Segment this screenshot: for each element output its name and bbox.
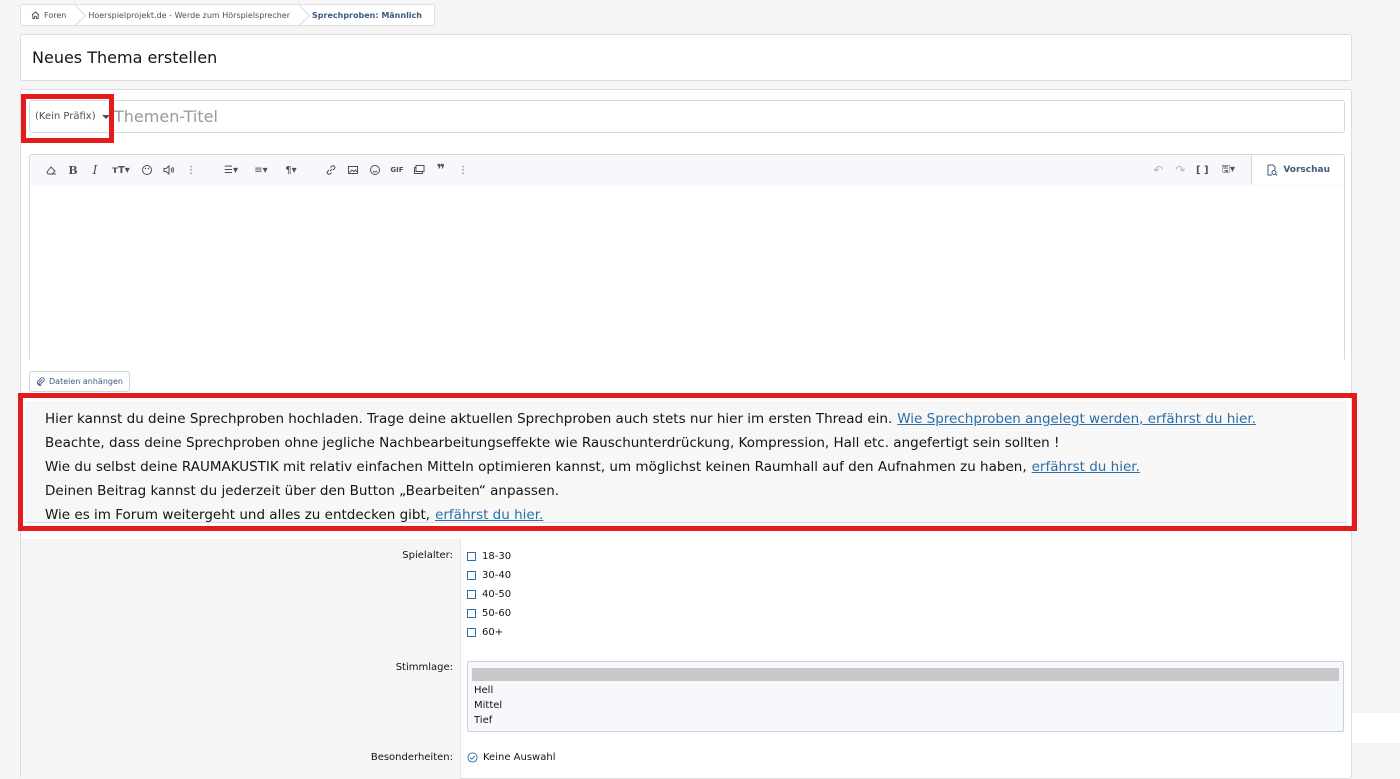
raumakustik-link[interactable]: erfährst du hier. bbox=[1032, 459, 1140, 475]
checkbox[interactable] bbox=[467, 590, 476, 599]
info-line: Wie du selbst deine RAUMAKUSTIK mit rela… bbox=[45, 459, 1140, 475]
preview-button[interactable]: Vorschau bbox=[1251, 155, 1344, 185]
attach-files-button[interactable]: Dateien anhängen bbox=[29, 371, 130, 392]
editor-content-area[interactable] bbox=[30, 186, 1344, 361]
link-icon[interactable] bbox=[322, 161, 340, 179]
prefix-select[interactable]: (Kein Präfix) bbox=[30, 101, 110, 132]
besonderheiten-option[interactable]: Keine Auswahl bbox=[467, 752, 555, 763]
page-header: Neues Thema erstellen bbox=[20, 34, 1352, 81]
palette-icon[interactable] bbox=[138, 161, 156, 179]
list-icon[interactable]: ☰▾ bbox=[218, 161, 244, 179]
home-icon bbox=[31, 11, 40, 19]
spielalter-option[interactable]: 60+ bbox=[467, 623, 511, 642]
spielalter-option[interactable]: 40-50 bbox=[467, 585, 511, 604]
breadcrumb-label: Foren bbox=[44, 10, 67, 20]
new-thread-form: (Kein Präfix) B I тT▾ ⋮ ☰▾ ≡▾ ¶▾ GIF ❞ ⋮ bbox=[20, 89, 1352, 779]
checkbox[interactable] bbox=[467, 609, 476, 618]
spielalter-options: 18-30 30-40 40-50 50-60 60+ bbox=[467, 547, 511, 642]
info-line: Deinen Beitrag kannst du jederzeit über … bbox=[45, 483, 560, 499]
breadcrumb-item-hoerspielprojekt[interactable]: Hoerspielprojekt.de - Werde zum Hörspiel… bbox=[78, 5, 302, 25]
chevron-down-icon bbox=[101, 114, 110, 119]
paperclip-icon bbox=[37, 377, 45, 386]
check-circle-icon bbox=[467, 752, 478, 763]
stimmlage-label: Stimmlage: bbox=[395, 662, 453, 673]
smiley-icon[interactable] bbox=[366, 161, 384, 179]
breadcrumb-label: Sprechproben: Männlich bbox=[312, 10, 422, 20]
undo-icon[interactable]: ↶ bbox=[1149, 161, 1167, 179]
redo-icon[interactable]: ↷ bbox=[1171, 161, 1189, 179]
more-options-icon[interactable]: ⋮ bbox=[182, 161, 200, 179]
select-option[interactable]: Mittel bbox=[472, 698, 1339, 713]
info-notice: Hier kannst du deine Sprechproben hochla… bbox=[25, 401, 1347, 523]
spielalter-option[interactable]: 50-60 bbox=[467, 604, 511, 623]
info-line: Hier kannst du deine Sprechproben hochla… bbox=[45, 411, 1256, 427]
spielalter-option[interactable]: 30-40 bbox=[467, 566, 511, 585]
breadcrumb-label: Hoerspielprojekt.de - Werde zum Hörspiel… bbox=[88, 10, 291, 20]
stimmlage-select[interactable]: Hell Mittel Tief bbox=[467, 661, 1344, 732]
checkbox[interactable] bbox=[467, 628, 476, 637]
image-icon[interactable] bbox=[344, 161, 362, 179]
thread-title-row: (Kein Präfix) bbox=[29, 100, 1345, 133]
breadcrumb-item-current[interactable]: Sprechproben: Männlich bbox=[302, 5, 434, 25]
speaker-icon[interactable] bbox=[160, 161, 178, 179]
info-line: Wie es im Forum weitergeht und alles zu … bbox=[45, 507, 544, 523]
select-option[interactable]: Tief bbox=[472, 713, 1339, 728]
bold-icon[interactable]: B bbox=[64, 161, 82, 179]
preview-icon bbox=[1267, 164, 1278, 176]
info-line: Beachte, dass deine Sprechproben ohne je… bbox=[45, 435, 1060, 451]
thread-title-input[interactable] bbox=[110, 102, 1310, 131]
bbcode-toggle-icon[interactable]: [ ] bbox=[1193, 161, 1211, 179]
sprechproben-guide-link[interactable]: Wie Sprechproben angelegt werden, erfähr… bbox=[897, 411, 1256, 427]
media-icon[interactable] bbox=[410, 161, 428, 179]
eraser-icon[interactable] bbox=[42, 161, 60, 179]
gif-label: GIF bbox=[390, 166, 404, 174]
forum-guide-link[interactable]: erfährst du hier. bbox=[435, 507, 543, 523]
align-icon[interactable]: ≡▾ bbox=[248, 161, 274, 179]
quote-icon[interactable]: ❞ bbox=[432, 161, 450, 179]
rich-text-editor: B I тT▾ ⋮ ☰▾ ≡▾ ¶▾ GIF ❞ ⋮ ↶ ↷ [ ] 🖫▾ Vo… bbox=[29, 154, 1345, 361]
attach-files-label: Dateien anhängen bbox=[49, 377, 123, 386]
spielalter-label: Spielalter: bbox=[402, 550, 453, 561]
more-insert-icon[interactable]: ⋮ bbox=[454, 161, 472, 179]
checkbox[interactable] bbox=[467, 571, 476, 580]
select-option-empty[interactable] bbox=[472, 668, 1339, 681]
preview-label: Vorschau bbox=[1283, 165, 1330, 175]
breadcrumb-item-forums[interactable]: Foren bbox=[21, 5, 78, 25]
font-size-icon[interactable]: тT▾ bbox=[108, 161, 134, 179]
gif-icon[interactable]: GIF bbox=[388, 161, 406, 179]
italic-icon[interactable]: I bbox=[86, 161, 104, 179]
custom-fields: Spielalter: 18-30 30-40 40-50 50-60 60+ … bbox=[21, 539, 1351, 779]
prefix-value: (Kein Präfix) bbox=[35, 111, 96, 122]
checkbox[interactable] bbox=[467, 552, 476, 561]
page-title: Neues Thema erstellen bbox=[32, 48, 218, 67]
save-draft-icon[interactable]: 🖫▾ bbox=[1215, 161, 1241, 179]
paragraph-icon[interactable]: ¶▾ bbox=[278, 161, 304, 179]
spielalter-option[interactable]: 18-30 bbox=[467, 547, 511, 566]
breadcrumb: Foren Hoerspielprojekt.de - Werde zum Hö… bbox=[20, 4, 435, 26]
editor-toolbar: B I тT▾ ⋮ ☰▾ ≡▾ ¶▾ GIF ❞ ⋮ ↶ ↷ [ ] 🖫▾ Vo… bbox=[30, 155, 1344, 185]
besonderheiten-label: Besonderheiten: bbox=[370, 752, 453, 763]
select-option[interactable]: Hell bbox=[472, 683, 1339, 698]
